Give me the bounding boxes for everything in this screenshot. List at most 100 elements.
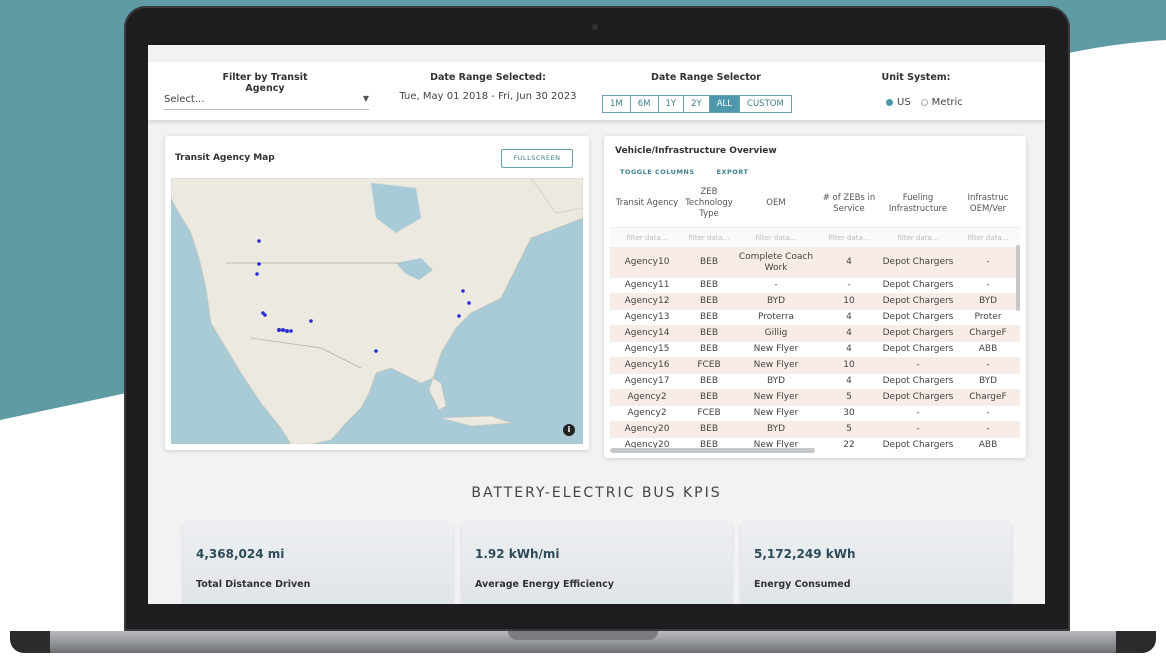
table-header-row: Transit Agency ZEB Technology Type OEM #… — [610, 180, 1020, 228]
agency-marker — [255, 272, 259, 276]
kpi-card-energy: 5,172,249 kWh Energy Consumed — [741, 521, 1011, 604]
agency-marker — [285, 329, 289, 333]
table-row[interactable]: Agency14 BEB Gillig 4 Depot Chargers ChargeF — [610, 326, 1020, 342]
column-filter-row: filter data... filter data... filter dat… — [610, 228, 1020, 248]
transit-agency-map[interactable]: i — [171, 178, 583, 444]
table-cell: New Flyer — [753, 344, 799, 354]
table-cell: FCEB — [697, 408, 721, 418]
kpi-card-distance: 4,368,024 mi Total Distance Driven — [183, 521, 453, 604]
table-row[interactable]: Agency13 BEB Proterra 4 Depot Chargers Proter — [610, 310, 1020, 326]
table-cell: 4 — [846, 312, 852, 322]
table-card-title: Vehicle/Infrastructure Overview — [615, 146, 777, 156]
column-filter-input[interactable]: filter data... — [956, 234, 1020, 242]
vehicle-overview-card: Vehicle/Infrastructure Overview TOGGLE C… — [604, 136, 1026, 458]
agency-marker — [277, 328, 281, 332]
table-cell: New Flyer — [753, 392, 799, 402]
table-cell: Proterra — [757, 312, 795, 322]
range-6m-button[interactable]: 6M — [631, 96, 659, 112]
table-cell: Agency12 — [624, 296, 670, 306]
export-button[interactable]: EXPORT — [717, 168, 749, 176]
range-custom-button[interactable]: CUSTOM — [740, 96, 791, 112]
kpi-label: Total Distance Driven — [196, 579, 311, 590]
filter-bar: Filter by Transit Agency Select... ▼ Dat… — [148, 62, 1045, 120]
table-cell: BEB — [699, 312, 719, 322]
unit-metric-label: Metric — [931, 97, 963, 108]
column-filter-input[interactable]: filter data... — [610, 234, 684, 242]
table-cell: - — [916, 408, 920, 418]
table-cell: Agency10 — [624, 257, 670, 267]
fullscreen-button[interactable]: FULLSCREEN — [501, 149, 573, 168]
column-filter-input[interactable]: filter data... — [734, 234, 818, 242]
unit-metric-radio[interactable]: Metric — [920, 97, 963, 108]
column-header[interactable]: Transit Agency — [610, 198, 684, 209]
table-row[interactable]: Agency2 FCEB New Flyer 30 - - — [610, 406, 1020, 422]
table-cell: 10 — [843, 296, 855, 306]
range-all-button[interactable]: ALL — [709, 96, 741, 112]
table-cell: 4 — [846, 376, 852, 386]
column-header[interactable]: Infrastruc OEM/Ver — [956, 193, 1020, 215]
table-cell: ABB — [978, 344, 998, 354]
toggle-columns-button[interactable]: TOGGLE COLUMNS — [620, 168, 695, 176]
laptop-base-edge-left — [10, 631, 50, 653]
table-cell: Agency13 — [624, 312, 670, 322]
agency-marker — [457, 314, 461, 318]
column-filter-input[interactable]: filter data... — [880, 234, 956, 242]
table-cell: Agency15 — [624, 344, 670, 354]
table-row[interactable]: Agency17 BEB BYD 4 Depot Chargers BYD — [610, 374, 1020, 390]
range-2y-button[interactable]: 2Y — [684, 96, 710, 112]
horizontal-scrollbar[interactable] — [610, 448, 815, 453]
info-icon[interactable]: i — [563, 424, 575, 436]
radio-selected-icon — [886, 98, 893, 106]
date-selector-label: Date Range Selector — [651, 72, 761, 83]
table-cell: Depot Chargers — [882, 392, 954, 402]
table-row[interactable]: Agency12 BEB BYD 10 Depot Chargers BYD — [610, 294, 1020, 310]
table-row[interactable]: Agency11 BEB - - Depot Chargers - — [610, 278, 1020, 294]
table-cell: BEB — [699, 296, 719, 306]
table-cell: BEB — [699, 344, 719, 354]
column-header[interactable]: Fueling Infrastructure — [880, 193, 956, 215]
table-row[interactable]: Agency16 FCEB New Flyer 10 - - — [610, 358, 1020, 374]
table-cell: Agency20 — [624, 424, 670, 434]
table-row[interactable]: Agency2 BEB New Flyer 5 Depot Chargers Charge… — [610, 390, 1020, 406]
vertical-scrollbar[interactable] — [1016, 245, 1020, 311]
table-cell: ChargeF — [969, 328, 1007, 338]
table-row[interactable]: Agency10 BEB Complete Coach Work 4 Depot Cha… — [610, 248, 1020, 278]
dashboard-screen: Filter by Transit Agency Select... ▼ Dat… — [148, 45, 1045, 604]
table-cell: 4 — [846, 257, 852, 267]
table-row[interactable]: Agency20 BEB BYD 5 - - — [610, 422, 1020, 438]
table-cell: Depot Chargers — [882, 376, 954, 386]
unit-us-radio[interactable]: US — [886, 97, 911, 108]
agency-marker — [461, 289, 465, 293]
column-header[interactable]: # of ZEBs in Service — [818, 193, 880, 215]
table-cell: Depot Chargers — [882, 344, 954, 354]
radio-unselected-icon — [920, 98, 928, 106]
agency-select[interactable]: Select... ▼ — [164, 94, 369, 110]
agency-marker — [257, 262, 261, 266]
agency-marker — [263, 313, 267, 317]
range-1m-button[interactable]: 1M — [603, 96, 631, 112]
table-cell: BYD — [766, 424, 786, 434]
table-cell: Depot Chargers — [882, 440, 954, 450]
column-filter-input[interactable]: filter data... — [684, 234, 734, 242]
table-cell: BYD — [766, 296, 786, 306]
column-header[interactable]: ZEB Technology Type — [684, 187, 734, 220]
column-header[interactable]: OEM — [734, 198, 818, 209]
column-filter-input[interactable]: filter data... — [818, 234, 880, 242]
table-cell: 10 — [843, 360, 855, 370]
agency-marker — [257, 239, 261, 243]
laptop-base-edge-right — [1116, 631, 1156, 653]
table-cell: Proter — [974, 312, 1002, 322]
table-cell: BEB — [699, 280, 719, 290]
unit-system-label: Unit System: — [881, 72, 951, 83]
table-cell: 4 — [846, 328, 852, 338]
table-cell: Agency11 — [624, 280, 670, 290]
table-row[interactable]: Agency15 BEB New Flyer 4 Depot Chargers ABB — [610, 342, 1020, 358]
overview-table: Transit Agency ZEB Technology Type OEM #… — [610, 180, 1020, 450]
table-cell: Agency2 — [627, 392, 667, 402]
table-cell: Depot Chargers — [882, 296, 954, 306]
range-1y-button[interactable]: 1Y — [659, 96, 685, 112]
table-cell: - — [916, 360, 920, 370]
agency-marker — [374, 349, 378, 353]
kpi-card-efficiency: 1.92 kWh/mi Average Energy Efficiency — [462, 521, 732, 604]
date-range-value: Tue, May 01 2018 - Fri, Jun 30 2023 — [399, 91, 577, 102]
